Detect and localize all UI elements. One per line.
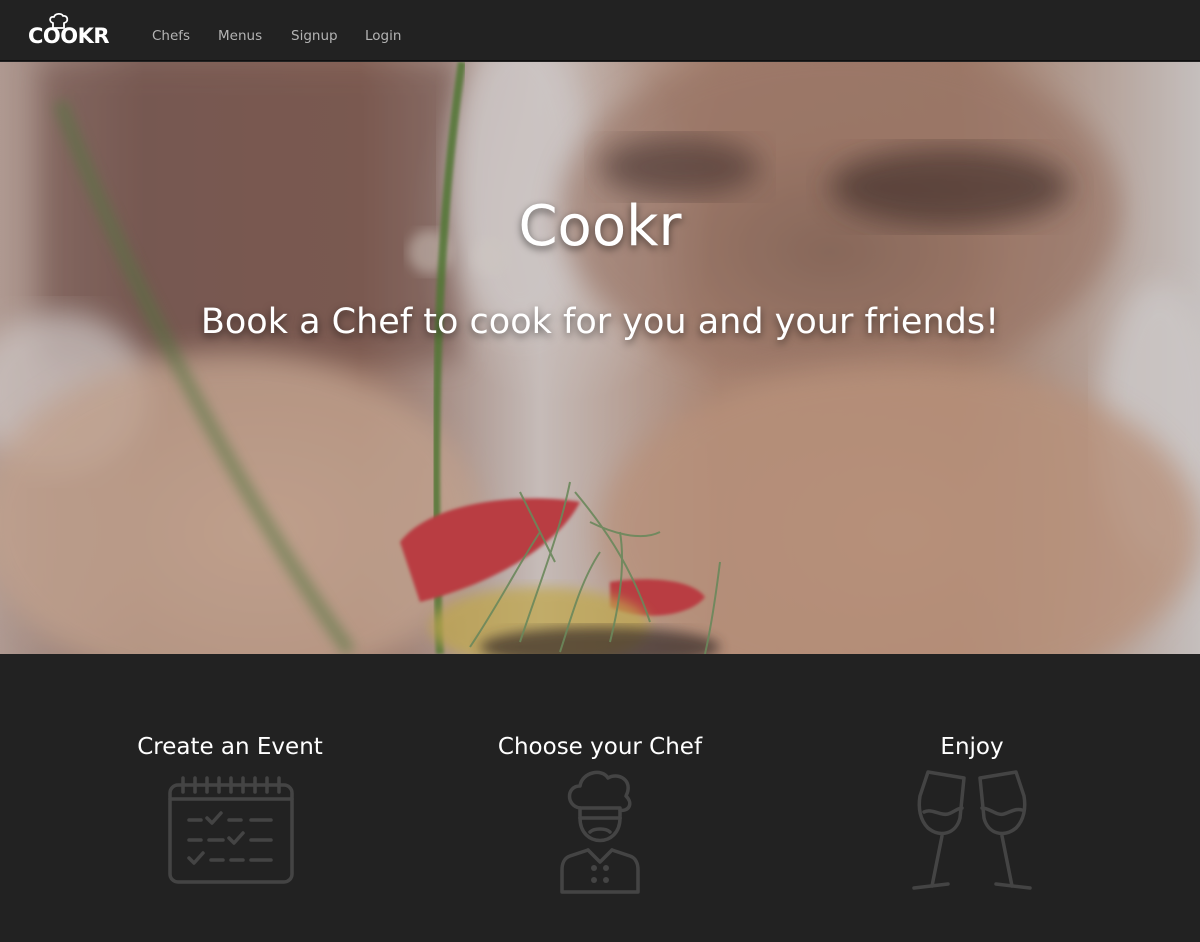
champagne-glasses-icon: [912, 770, 1032, 890]
step-title: Enjoy: [940, 734, 1004, 760]
nav-link-login[interactable]: Login: [365, 28, 401, 44]
steps-section: Create an Event Choose your Chef Enjoy: [0, 654, 1200, 942]
chef-icon: [560, 770, 640, 894]
hero-overlay: [0, 62, 1200, 654]
step-enjoy: Enjoy: [772, 654, 1172, 942]
nav-link-signup[interactable]: Signup: [291, 28, 338, 44]
hero-title: Cookr: [518, 194, 682, 259]
hero-subtitle: Book a Chef to cook for you and your fri…: [200, 302, 1000, 342]
brand-logo[interactable]: COOKR: [28, 12, 110, 48]
nav-link-menus[interactable]: Menus: [218, 28, 262, 44]
nav-link-chefs[interactable]: Chefs: [152, 28, 190, 44]
brand-text: COOKR: [28, 24, 110, 48]
step-title: Create an Event: [137, 734, 323, 760]
navbar: COOKR Chefs Menus Signup Login: [0, 0, 1200, 61]
calendar-icon: [168, 776, 294, 884]
step-create-event: Create an Event: [30, 654, 430, 942]
hero-banner: Cookr Book a Chef to cook for you and yo…: [0, 62, 1200, 654]
step-choose-chef: Choose your Chef: [400, 654, 800, 942]
step-title: Choose your Chef: [497, 734, 703, 760]
